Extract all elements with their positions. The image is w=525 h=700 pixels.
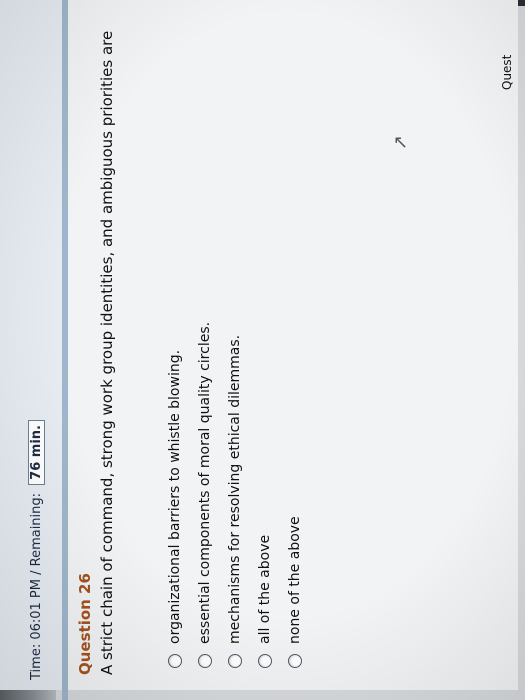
answer-label: organizational barriers to whistle blowi…: [167, 349, 183, 644]
answer-option[interactable]: none of the above: [280, 322, 310, 668]
answer-option[interactable]: all of the above: [250, 322, 280, 668]
question-title: Question 26: [76, 573, 94, 675]
quiz-screen: Time: 06:01 PM / Remaining: 76 min. Ques…: [0, 0, 525, 700]
radio-button[interactable]: [198, 654, 212, 668]
answer-label: none of the above: [287, 516, 303, 644]
answer-label: mechanisms for resolving ethical dilemma…: [227, 334, 243, 644]
timer-label: Time: 06:01 PM / Remaining:: [29, 492, 44, 680]
answer-option[interactable]: organizational barriers to whistle blowi…: [160, 322, 190, 668]
answer-label: essential components of moral quality ci…: [197, 321, 213, 644]
timer-text: Time: 06:01 PM / Remaining: 76 min.: [28, 420, 45, 680]
answer-option[interactable]: mechanisms for resolving ethical dilemma…: [220, 322, 250, 668]
radio-button[interactable]: [228, 654, 242, 668]
mouse-cursor-icon: ↖: [392, 131, 409, 153]
answer-label: all of the above: [257, 534, 273, 644]
answer-options: organizational barriers to whistle blowi…: [160, 322, 310, 668]
answer-option[interactable]: essential components of moral quality ci…: [190, 322, 220, 668]
timer-remaining: 76 min.: [28, 420, 45, 485]
timer-bar: Time: 06:01 PM / Remaining: 76 min.: [0, 0, 64, 690]
radio-button[interactable]: [288, 654, 302, 668]
question-text: A strict chain of command, strong work g…: [98, 30, 116, 675]
radio-button[interactable]: [168, 654, 182, 668]
question-nav-label[interactable]: Quest: [500, 55, 514, 90]
question-panel: Question 26 A strict chain of command, s…: [68, 0, 518, 690]
radio-button[interactable]: [258, 654, 272, 668]
